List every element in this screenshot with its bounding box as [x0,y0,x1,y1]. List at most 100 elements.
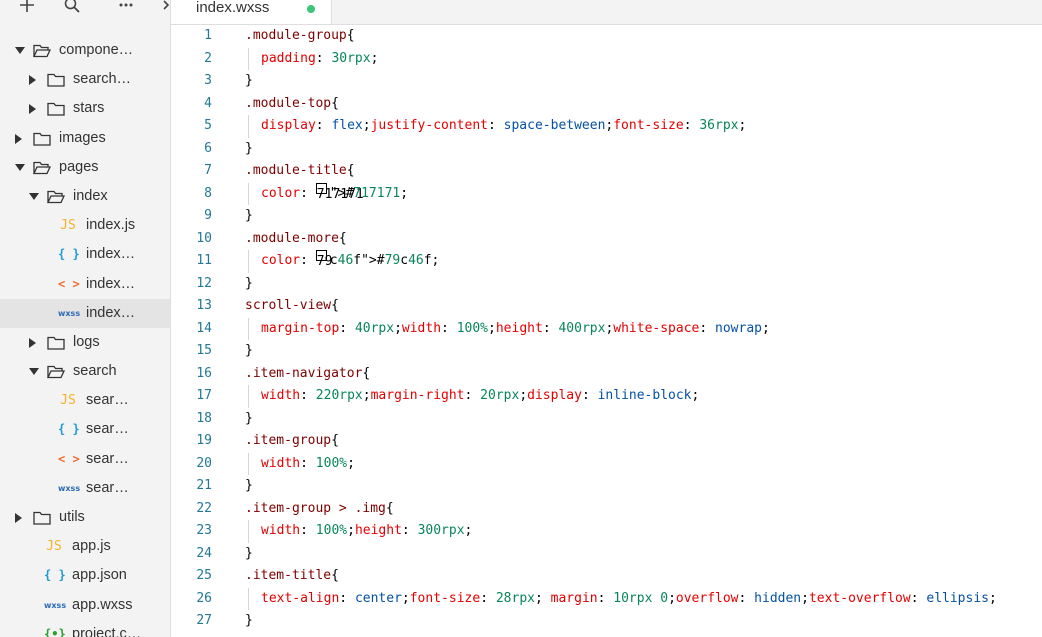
chevron-down-icon[interactable] [15,36,25,65]
indent-guide [248,115,249,138]
line-number: 2 [204,50,212,66]
line-number: 21 [196,478,212,493]
indent-guide [248,250,249,273]
tree-item-label: index… [86,275,136,292]
code-line[interactable]: 14 margin-top: 40rpx;width: 100%;height: … [171,317,1042,340]
folder-open-icon [47,182,65,204]
tree-file[interactable]: wxss index… [0,298,170,328]
line-number: 4 [204,95,212,111]
code-editor[interactable]: 1 .module-group{2 padding: 30rpx; 3} 4 .modul… [171,25,1042,637]
tree-item-label: search [73,363,117,380]
code-line[interactable]: 12} [171,273,1042,296]
json-file-icon: { } [58,422,80,437]
line-number: 15 [196,343,212,358]
chevron-right-icon[interactable] [29,94,39,123]
tree-folder[interactable]: search… [0,65,170,94]
color-swatch-icon[interactable]: 79 [315,250,332,269]
wxml-file-icon: < > [58,451,80,466]
code-text: } [245,140,253,156]
folder-icon [47,65,65,87]
line-number: 20 [196,455,212,471]
code-line[interactable]: 9} [171,205,1042,228]
chevron-down-icon[interactable] [29,182,39,211]
tree-folder[interactable]: compone… [0,36,170,65]
code-line[interactable]: 10 .module-more{ [171,228,1042,251]
json-file-icon: { } [44,568,66,583]
code-line[interactable]: 17 width: 220rpx;margin-right: 20rpx;disp… [171,385,1042,408]
code-text: width: 220rpx;margin-right: 20rpx;displa… [261,388,700,403]
unsaved-dot-icon[interactable] [307,5,315,13]
chevron-down-icon[interactable] [15,153,25,182]
chevron-right-icon[interactable] [29,65,39,94]
code-line[interactable]: 21} [171,475,1042,498]
tree-file[interactable]: wxss sear… [0,474,170,503]
code-line[interactable]: 15} [171,340,1042,363]
code-line[interactable]: 4 .module-top{ [171,93,1042,116]
code-line[interactable]: 8 color: 717171">#717171; [171,182,1042,205]
tree-folder[interactable]: search [0,357,170,386]
line-number: 1 [204,28,212,43]
tree-file[interactable]: { } index… [0,240,170,269]
code-line[interactable]: 22 .item-group > .img{ [171,498,1042,521]
code-text: } [245,478,253,493]
plus-icon[interactable] [17,0,37,16]
tree-item-label: images [59,129,106,146]
tree-item-label: sear… [86,479,129,496]
tree-file[interactable]: JS sear… [0,386,170,415]
tree-file[interactable]: < > sear… [0,445,170,474]
chevron-right-icon[interactable] [15,503,25,532]
tree-folder[interactable]: stars [0,94,170,123]
code-line[interactable]: 2 padding: 30rpx; [171,47,1042,70]
chevron-down-icon[interactable] [29,357,39,386]
search-icon[interactable] [62,0,82,16]
code-line[interactable]: 5 display: flex;justify-content: space-be… [171,115,1042,138]
tree-item-label: compone… [59,42,134,58]
code-line[interactable]: 13 scroll-view{ [171,295,1042,318]
tree-file[interactable]: < > index… [0,270,170,299]
code-line[interactable]: 16 .item-navigator{ [171,363,1042,386]
line-number: 6 [204,140,212,156]
code-line[interactable]: 23 width: 100%;height: 300rpx; [171,520,1042,543]
tree-item-label: project.c… [72,625,142,637]
tree-folder[interactable]: images [0,124,170,153]
code-line[interactable]: 7 .module-title{ [171,160,1042,183]
code-line[interactable]: 27} [171,610,1042,633]
chevron-right-icon[interactable] [15,124,25,153]
collapse-icon[interactable] [160,0,170,16]
code-line[interactable]: 26 text-align: center;font-size: 28rpx; m… [171,587,1042,610]
tree-file[interactable]: JS index.js [0,211,170,240]
color-swatch-icon[interactable]: 717171 [315,182,364,202]
tree-item-label: index… [86,246,136,263]
code-text: .item-navigator{ [245,365,371,381]
code-line[interactable]: 1 .module-group{ [171,25,1042,48]
tree-file[interactable]: {•} project.c… [0,620,170,637]
tree-file[interactable]: { } app.json [0,561,170,590]
tree-file[interactable]: wxss app.wxss [0,591,170,620]
code-text: margin-top: 40rpx;width: 100%;height: 40… [261,320,770,336]
code-line[interactable]: 11 color: 79c46f">#79c46f; [171,250,1042,273]
code-line[interactable]: 3} [171,70,1042,93]
indent-guide [248,47,249,70]
tree-folder[interactable]: utils [0,503,170,532]
line-number: 9 [204,208,212,223]
line-number: 18 [196,410,212,426]
folder-icon [47,328,65,350]
folder-open-icon [33,36,51,58]
tab-index-wxss[interactable]: index.wxss [171,0,332,24]
code-line[interactable]: 18} [171,408,1042,431]
line-number: 23 [196,523,212,538]
code-text: width: 100%; [261,455,355,471]
tree-folder[interactable]: index [0,182,170,211]
code-line[interactable]: 25 .item-title{ [171,565,1042,588]
code-line[interactable]: 24} [171,543,1042,566]
tree-folder[interactable]: pages [0,153,170,182]
chevron-right-icon[interactable] [29,328,39,357]
tree-file[interactable]: JS app.js [0,532,170,561]
wxss-file-icon: wxss [58,483,81,493]
code-line[interactable]: 19 .item-group{ [171,430,1042,453]
code-line[interactable]: 6} [171,138,1042,161]
ellipsis-icon[interactable] [116,0,136,16]
tree-file[interactable]: { } sear… [0,415,170,444]
code-line[interactable]: 20 width: 100%; [171,452,1042,475]
tree-folder[interactable]: logs [0,328,170,357]
